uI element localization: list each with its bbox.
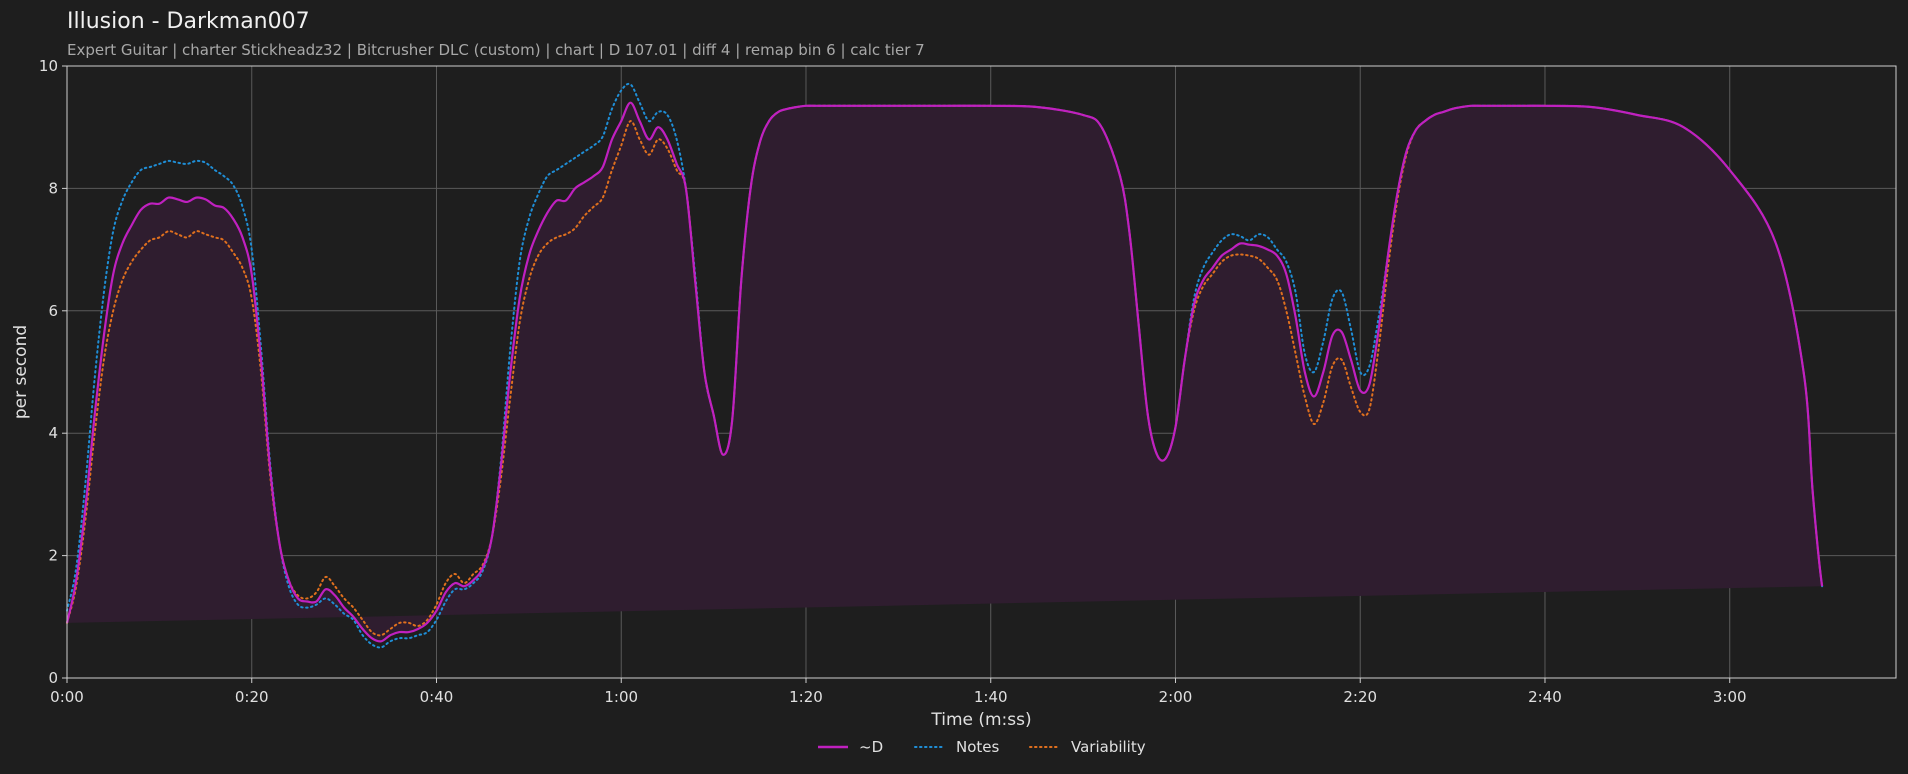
x-tick-label: 0:00 <box>50 688 84 706</box>
legend-label: Variability <box>1071 738 1146 756</box>
x-tick-label: 1:20 <box>789 688 823 706</box>
chart-title: Illusion - Darkman007 <box>67 9 310 34</box>
legend-item-variability: Variability <box>1029 738 1146 756</box>
x-axis: 0:00 0:20 0:40 1:00 1:20 1:40 2:00 2:20 2:40 3:00 <box>50 678 1747 706</box>
x-tick-label: 2:20 <box>1343 688 1377 706</box>
x-tick-label: 0:40 <box>420 688 454 706</box>
y-tick-label: 8 <box>48 179 58 197</box>
legend-item-d: ~D <box>818 738 883 756</box>
x-tick-label: 1:40 <box>974 688 1008 706</box>
plot-area <box>65 65 1897 679</box>
x-tick-label: 3:00 <box>1713 688 1747 706</box>
chart-subtitle: Expert Guitar | charter Stickheadz32 | B… <box>67 41 925 59</box>
y-tick-label: 2 <box>48 547 58 565</box>
x-tick-label: 0:20 <box>235 688 269 706</box>
legend-item-notes: Notes <box>914 738 1000 756</box>
x-tick-label: 2:40 <box>1528 688 1562 706</box>
d-area-fill <box>67 102 1823 642</box>
legend-label: ~D <box>859 738 883 756</box>
line-chart: Illusion - Darkman007 Expert Guitar | ch… <box>11 9 1897 756</box>
y-axis: 0 2 4 6 8 10 <box>39 57 67 687</box>
x-tick-label: 2:00 <box>1159 688 1193 706</box>
y-tick-label: 0 <box>48 669 58 687</box>
y-axis-label: per second <box>11 325 31 419</box>
y-tick-label: 10 <box>39 57 58 75</box>
legend: ~D Notes Variability <box>818 738 1146 756</box>
y-tick-label: 4 <box>48 424 58 442</box>
legend-label: Notes <box>956 738 1000 756</box>
x-tick-label: 1:00 <box>604 688 638 706</box>
x-axis-label: Time (m:ss) <box>930 710 1031 730</box>
y-tick-label: 6 <box>48 302 58 320</box>
